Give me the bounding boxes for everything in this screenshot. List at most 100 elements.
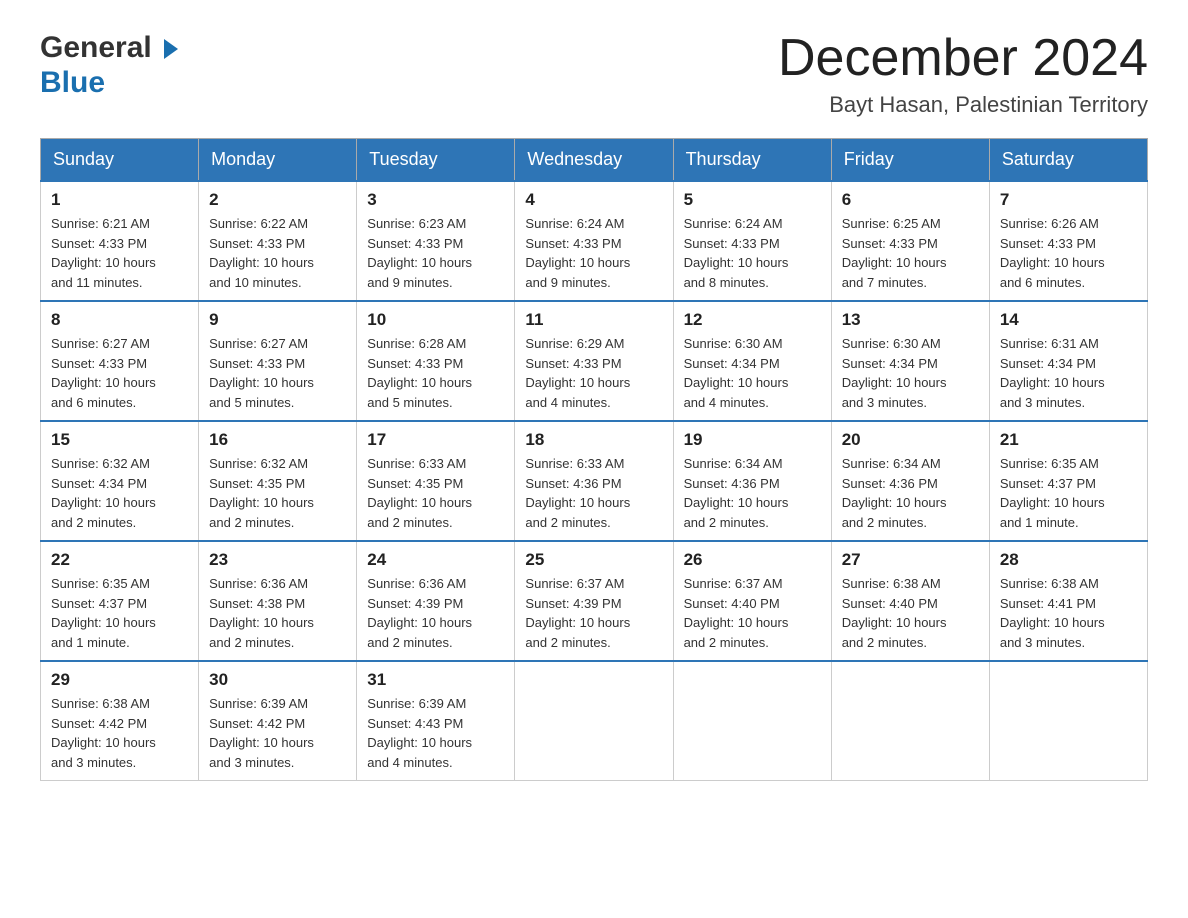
col-wednesday: Wednesday — [515, 139, 673, 182]
calendar-cell: 18 Sunrise: 6:33 AMSunset: 4:36 PMDaylig… — [515, 421, 673, 541]
calendar-cell: 21 Sunrise: 6:35 AMSunset: 4:37 PMDaylig… — [989, 421, 1147, 541]
calendar-cell: 8 Sunrise: 6:27 AMSunset: 4:33 PMDayligh… — [41, 301, 199, 421]
day-number: 27 — [842, 550, 979, 570]
day-info: Sunrise: 6:21 AMSunset: 4:33 PMDaylight:… — [51, 214, 188, 292]
calendar-cell: 13 Sunrise: 6:30 AMSunset: 4:34 PMDaylig… — [831, 301, 989, 421]
page-header: General Blue December 2024 Bayt Hasan, P… — [40, 30, 1148, 118]
calendar-cell: 28 Sunrise: 6:38 AMSunset: 4:41 PMDaylig… — [989, 541, 1147, 661]
logo: General Blue — [40, 30, 178, 100]
logo-triangle — [164, 39, 178, 59]
title-section: December 2024 Bayt Hasan, Palestinian Te… — [778, 30, 1148, 118]
calendar-cell — [673, 661, 831, 781]
calendar-cell: 29 Sunrise: 6:38 AMSunset: 4:42 PMDaylig… — [41, 661, 199, 781]
day-info: Sunrise: 6:30 AMSunset: 4:34 PMDaylight:… — [842, 334, 979, 412]
calendar-cell: 23 Sunrise: 6:36 AMSunset: 4:38 PMDaylig… — [199, 541, 357, 661]
day-info: Sunrise: 6:24 AMSunset: 4:33 PMDaylight:… — [684, 214, 821, 292]
day-number: 28 — [1000, 550, 1137, 570]
day-info: Sunrise: 6:34 AMSunset: 4:36 PMDaylight:… — [842, 454, 979, 532]
week-row-5: 29 Sunrise: 6:38 AMSunset: 4:42 PMDaylig… — [41, 661, 1148, 781]
calendar-cell: 22 Sunrise: 6:35 AMSunset: 4:37 PMDaylig… — [41, 541, 199, 661]
day-number: 14 — [1000, 310, 1137, 330]
day-number: 15 — [51, 430, 188, 450]
day-number: 12 — [684, 310, 821, 330]
day-info: Sunrise: 6:33 AMSunset: 4:35 PMDaylight:… — [367, 454, 504, 532]
day-number: 20 — [842, 430, 979, 450]
day-number: 19 — [684, 430, 821, 450]
calendar-cell: 3 Sunrise: 6:23 AMSunset: 4:33 PMDayligh… — [357, 181, 515, 301]
day-number: 30 — [209, 670, 346, 690]
calendar-cell: 9 Sunrise: 6:27 AMSunset: 4:33 PMDayligh… — [199, 301, 357, 421]
calendar-cell: 5 Sunrise: 6:24 AMSunset: 4:33 PMDayligh… — [673, 181, 831, 301]
calendar-cell: 14 Sunrise: 6:31 AMSunset: 4:34 PMDaylig… — [989, 301, 1147, 421]
day-number: 31 — [367, 670, 504, 690]
logo-general: General — [40, 31, 152, 64]
week-row-1: 1 Sunrise: 6:21 AMSunset: 4:33 PMDayligh… — [41, 181, 1148, 301]
day-number: 3 — [367, 190, 504, 210]
week-row-3: 15 Sunrise: 6:32 AMSunset: 4:34 PMDaylig… — [41, 421, 1148, 541]
day-info: Sunrise: 6:27 AMSunset: 4:33 PMDaylight:… — [209, 334, 346, 412]
day-info: Sunrise: 6:26 AMSunset: 4:33 PMDaylight:… — [1000, 214, 1137, 292]
calendar-cell: 1 Sunrise: 6:21 AMSunset: 4:33 PMDayligh… — [41, 181, 199, 301]
day-info: Sunrise: 6:32 AMSunset: 4:34 PMDaylight:… — [51, 454, 188, 532]
col-monday: Monday — [199, 139, 357, 182]
day-info: Sunrise: 6:39 AMSunset: 4:43 PMDaylight:… — [367, 694, 504, 772]
day-number: 7 — [1000, 190, 1137, 210]
day-info: Sunrise: 6:28 AMSunset: 4:33 PMDaylight:… — [367, 334, 504, 412]
calendar-cell: 19 Sunrise: 6:34 AMSunset: 4:36 PMDaylig… — [673, 421, 831, 541]
calendar-cell: 11 Sunrise: 6:29 AMSunset: 4:33 PMDaylig… — [515, 301, 673, 421]
calendar-cell — [989, 661, 1147, 781]
day-number: 24 — [367, 550, 504, 570]
day-number: 2 — [209, 190, 346, 210]
calendar-cell: 17 Sunrise: 6:33 AMSunset: 4:35 PMDaylig… — [357, 421, 515, 541]
calendar-cell: 7 Sunrise: 6:26 AMSunset: 4:33 PMDayligh… — [989, 181, 1147, 301]
day-info: Sunrise: 6:30 AMSunset: 4:34 PMDaylight:… — [684, 334, 821, 412]
calendar-cell: 6 Sunrise: 6:25 AMSunset: 4:33 PMDayligh… — [831, 181, 989, 301]
day-info: Sunrise: 6:36 AMSunset: 4:39 PMDaylight:… — [367, 574, 504, 652]
calendar-cell: 15 Sunrise: 6:32 AMSunset: 4:34 PMDaylig… — [41, 421, 199, 541]
day-info: Sunrise: 6:37 AMSunset: 4:40 PMDaylight:… — [684, 574, 821, 652]
day-info: Sunrise: 6:34 AMSunset: 4:36 PMDaylight:… — [684, 454, 821, 532]
calendar-cell — [515, 661, 673, 781]
calendar-cell: 12 Sunrise: 6:30 AMSunset: 4:34 PMDaylig… — [673, 301, 831, 421]
calendar-cell — [831, 661, 989, 781]
day-info: Sunrise: 6:23 AMSunset: 4:33 PMDaylight:… — [367, 214, 504, 292]
day-info: Sunrise: 6:25 AMSunset: 4:33 PMDaylight:… — [842, 214, 979, 292]
day-number: 11 — [525, 310, 662, 330]
day-info: Sunrise: 6:31 AMSunset: 4:34 PMDaylight:… — [1000, 334, 1137, 412]
col-saturday: Saturday — [989, 139, 1147, 182]
calendar-cell: 2 Sunrise: 6:22 AMSunset: 4:33 PMDayligh… — [199, 181, 357, 301]
day-info: Sunrise: 6:38 AMSunset: 4:40 PMDaylight:… — [842, 574, 979, 652]
day-info: Sunrise: 6:32 AMSunset: 4:35 PMDaylight:… — [209, 454, 346, 532]
day-info: Sunrise: 6:37 AMSunset: 4:39 PMDaylight:… — [525, 574, 662, 652]
day-number: 5 — [684, 190, 821, 210]
calendar-cell: 10 Sunrise: 6:28 AMSunset: 4:33 PMDaylig… — [357, 301, 515, 421]
day-info: Sunrise: 6:35 AMSunset: 4:37 PMDaylight:… — [1000, 454, 1137, 532]
day-number: 23 — [209, 550, 346, 570]
calendar-cell: 20 Sunrise: 6:34 AMSunset: 4:36 PMDaylig… — [831, 421, 989, 541]
col-tuesday: Tuesday — [357, 139, 515, 182]
day-info: Sunrise: 6:38 AMSunset: 4:41 PMDaylight:… — [1000, 574, 1137, 652]
day-info: Sunrise: 6:22 AMSunset: 4:33 PMDaylight:… — [209, 214, 346, 292]
calendar-cell: 24 Sunrise: 6:36 AMSunset: 4:39 PMDaylig… — [357, 541, 515, 661]
day-number: 10 — [367, 310, 504, 330]
day-info: Sunrise: 6:35 AMSunset: 4:37 PMDaylight:… — [51, 574, 188, 652]
week-row-4: 22 Sunrise: 6:35 AMSunset: 4:37 PMDaylig… — [41, 541, 1148, 661]
day-info: Sunrise: 6:33 AMSunset: 4:36 PMDaylight:… — [525, 454, 662, 532]
day-number: 4 — [525, 190, 662, 210]
calendar-cell: 26 Sunrise: 6:37 AMSunset: 4:40 PMDaylig… — [673, 541, 831, 661]
calendar-cell: 31 Sunrise: 6:39 AMSunset: 4:43 PMDaylig… — [357, 661, 515, 781]
day-number: 26 — [684, 550, 821, 570]
day-number: 22 — [51, 550, 188, 570]
calendar-cell: 16 Sunrise: 6:32 AMSunset: 4:35 PMDaylig… — [199, 421, 357, 541]
calendar-table: Sunday Monday Tuesday Wednesday Thursday… — [40, 138, 1148, 781]
day-info: Sunrise: 6:29 AMSunset: 4:33 PMDaylight:… — [525, 334, 662, 412]
day-info: Sunrise: 6:38 AMSunset: 4:42 PMDaylight:… — [51, 694, 188, 772]
day-number: 21 — [1000, 430, 1137, 450]
day-info: Sunrise: 6:24 AMSunset: 4:33 PMDaylight:… — [525, 214, 662, 292]
location-subtitle: Bayt Hasan, Palestinian Territory — [778, 92, 1148, 118]
day-number: 13 — [842, 310, 979, 330]
calendar-cell: 27 Sunrise: 6:38 AMSunset: 4:40 PMDaylig… — [831, 541, 989, 661]
col-thursday: Thursday — [673, 139, 831, 182]
day-number: 17 — [367, 430, 504, 450]
day-number: 6 — [842, 190, 979, 210]
